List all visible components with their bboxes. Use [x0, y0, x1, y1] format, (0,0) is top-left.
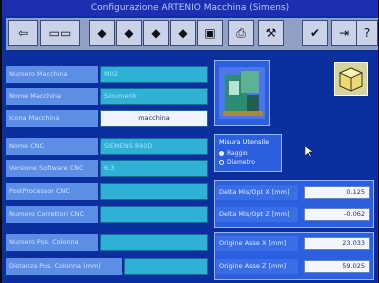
machine-config-window: Configurazione ARTENIO Macchina (Simens)…	[2, 0, 378, 283]
nome-cnc-field[interactable]: SIEMENS 840D	[100, 138, 208, 155]
versione-software-label: Versione Software CNC	[6, 160, 98, 177]
delta-x-field[interactable]: 0.125	[304, 186, 370, 199]
window-title: Configurazione ARTENIO Macchina (Simens)	[2, 0, 378, 16]
distanza-pos-colonna-field[interactable]	[124, 258, 208, 275]
numero-correttori-field[interactable]	[100, 206, 208, 223]
origine-x-field[interactable]: 23.033	[304, 237, 370, 250]
delta-z-label: Delta Mis/Opt Z [mm]	[216, 207, 298, 222]
icona-macchina-field[interactable]: macchina	[100, 110, 208, 127]
delta-x-label: Delta Mis/Opt X [mm]	[216, 185, 298, 200]
origine-x-label: Origine Asse X [mm]	[216, 236, 298, 251]
machine-image-panel	[214, 60, 270, 126]
diamond-1-icon[interactable]: ◆	[89, 20, 115, 46]
postprocessor-label: PostProcessor CNC	[6, 183, 98, 200]
nome-cnc-label: Nome CNC	[6, 138, 98, 155]
numero-pos-colonna-label: Numero Pos. Colonna	[6, 234, 98, 251]
misura-utensile-title: Misura Utensile	[219, 138, 270, 146]
diamond-4-icon[interactable]: ◆	[170, 20, 196, 46]
exit-icon[interactable]: ⇥	[331, 20, 357, 46]
radio-unselected-icon	[219, 160, 224, 165]
diamond-2-icon[interactable]: ◆	[116, 20, 142, 46]
distanza-pos-colonna-label: Distanza Pos. Colonna (mm)	[6, 258, 122, 275]
icona-macchina-label: Icona Macchina	[6, 110, 98, 127]
mouse-pointer-icon	[305, 146, 313, 157]
toggle-icon[interactable]: ▭▭	[40, 20, 80, 46]
radio-raggio[interactable]: Raggio	[219, 149, 277, 158]
toolbar: ⇦ ▭▭ ◆ ◆ ◆ ◆ ▣ ⎙ ⚒ ✔ ⇥ ?	[6, 18, 378, 50]
nome-macchina-label: Nome Macchina	[6, 88, 98, 105]
machine-image	[219, 67, 265, 119]
check-icon[interactable]: ✔	[302, 20, 328, 46]
misura-utensile-panel: Misura Utensile Raggio Diametro	[214, 134, 282, 172]
numero-pos-colonna-field[interactable]	[100, 234, 208, 251]
numero-correttori-label: Numero Correttori CNC	[6, 206, 98, 223]
origine-z-label: Origine Asse Z [mm]	[216, 259, 298, 274]
numero-macchina-label: Numero Macchina	[6, 66, 98, 83]
save-icon[interactable]: ▣	[197, 20, 223, 46]
cube-icon[interactable]	[334, 62, 368, 96]
radio-selected-icon	[219, 151, 224, 156]
tool-icon[interactable]: ⚒	[258, 20, 284, 46]
versione-software-field[interactable]: 6.3	[100, 160, 208, 177]
origine-z-field[interactable]: 59.025	[304, 260, 370, 273]
delta-z-field[interactable]: -0.062	[304, 208, 370, 221]
radio-diametro[interactable]: Diametro	[219, 158, 277, 167]
back-icon[interactable]: ⇦	[8, 20, 38, 46]
print-icon[interactable]: ⎙	[228, 20, 254, 46]
help-icon[interactable]: ?	[356, 20, 378, 46]
postprocessor-field[interactable]	[100, 183, 208, 200]
diamond-3-icon[interactable]: ◆	[143, 20, 169, 46]
numero-macchina-field[interactable]: M02	[100, 66, 208, 83]
nome-macchina-field[interactable]: Sinumerik	[100, 88, 208, 105]
